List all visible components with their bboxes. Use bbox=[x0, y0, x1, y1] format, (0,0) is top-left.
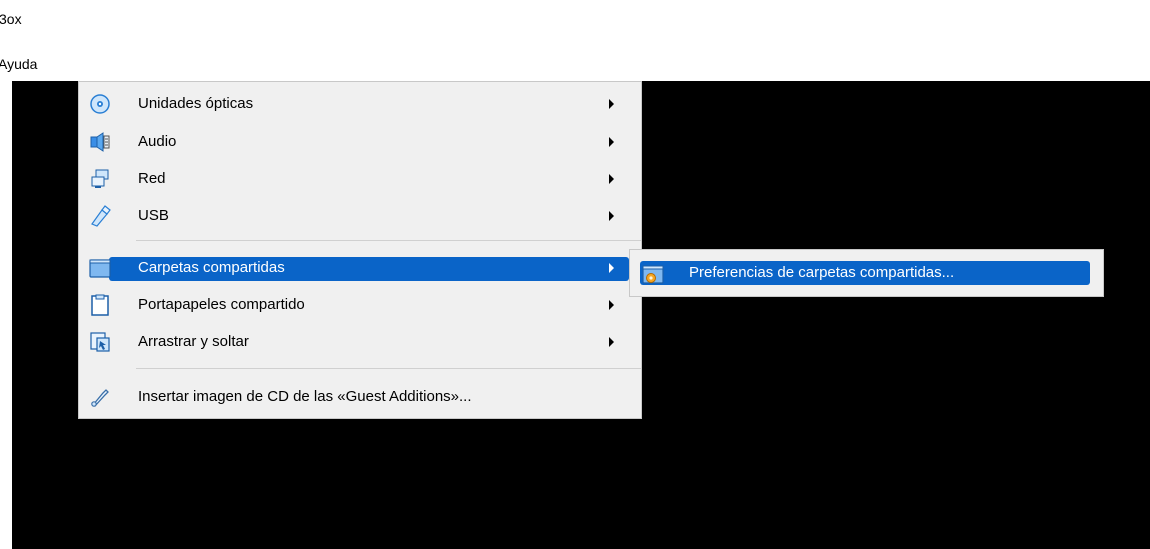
usb-icon bbox=[89, 205, 111, 227]
submenu-item-label: Preferencias de carpetas compartidas... bbox=[689, 264, 955, 281]
menu-item-label: Portapapeles compartido bbox=[138, 296, 305, 313]
audio-icon bbox=[89, 131, 111, 153]
menu-separator bbox=[136, 240, 641, 241]
menu-item-label: Audio bbox=[138, 133, 177, 150]
devices-menu: Unidades ópticas Audio Red USB Carpetas … bbox=[78, 81, 642, 419]
menu-item-drag-and-drop[interactable]: Arrastrar y soltar bbox=[81, 327, 639, 357]
window-title: 3ox bbox=[0, 11, 22, 27]
menu-item-audio[interactable]: Audio bbox=[81, 127, 639, 157]
menu-item-shared-folders[interactable]: Carpetas compartidas bbox=[81, 253, 639, 283]
shared-folder-icon bbox=[89, 257, 111, 279]
submenu-arrow-icon bbox=[609, 300, 614, 310]
guest-additions-icon bbox=[89, 386, 111, 408]
menu-item-label: USB bbox=[138, 207, 169, 224]
menu-item-shared-clipboard[interactable]: Portapapeles compartido bbox=[81, 290, 639, 320]
submenu-arrow-icon bbox=[609, 263, 614, 273]
shared-folders-submenu: Preferencias de carpetas compartidas... bbox=[629, 249, 1104, 297]
menu-item-insert-guest-additions[interactable]: Insertar imagen de CD de las «Guest Addi… bbox=[81, 382, 639, 412]
network-icon bbox=[89, 168, 111, 190]
menu-separator bbox=[136, 368, 641, 369]
drag-drop-icon bbox=[89, 331, 111, 353]
submenu-arrow-icon bbox=[609, 337, 614, 347]
menu-item-label: Insertar imagen de CD de las «Guest Addi… bbox=[138, 388, 472, 405]
menu-item-usb[interactable]: USB bbox=[81, 201, 639, 231]
app-window: 3ox Ayuda Unidades ópticas Audio Red USB… bbox=[0, 0, 1150, 549]
submenu-item-shared-folder-settings[interactable]: Preferencias de carpetas compartidas... bbox=[632, 258, 1102, 288]
optical-disc-icon bbox=[89, 93, 111, 115]
submenu-arrow-icon bbox=[609, 174, 614, 184]
menu-item-network[interactable]: Red bbox=[81, 164, 639, 194]
clipboard-icon bbox=[89, 294, 111, 316]
submenu-arrow-icon bbox=[609, 99, 614, 109]
menu-item-label: Red bbox=[138, 170, 166, 187]
menu-item-label: Carpetas compartidas bbox=[138, 259, 285, 276]
menu-help[interactable]: Ayuda bbox=[0, 56, 37, 72]
menu-item-label: Unidades ópticas bbox=[138, 95, 254, 112]
shared-folder-settings-icon bbox=[642, 263, 664, 285]
submenu-arrow-icon bbox=[609, 211, 614, 221]
menu-item-optical-drives[interactable]: Unidades ópticas bbox=[81, 89, 639, 119]
submenu-arrow-icon bbox=[609, 137, 614, 147]
menu-item-label: Arrastrar y soltar bbox=[138, 333, 249, 350]
